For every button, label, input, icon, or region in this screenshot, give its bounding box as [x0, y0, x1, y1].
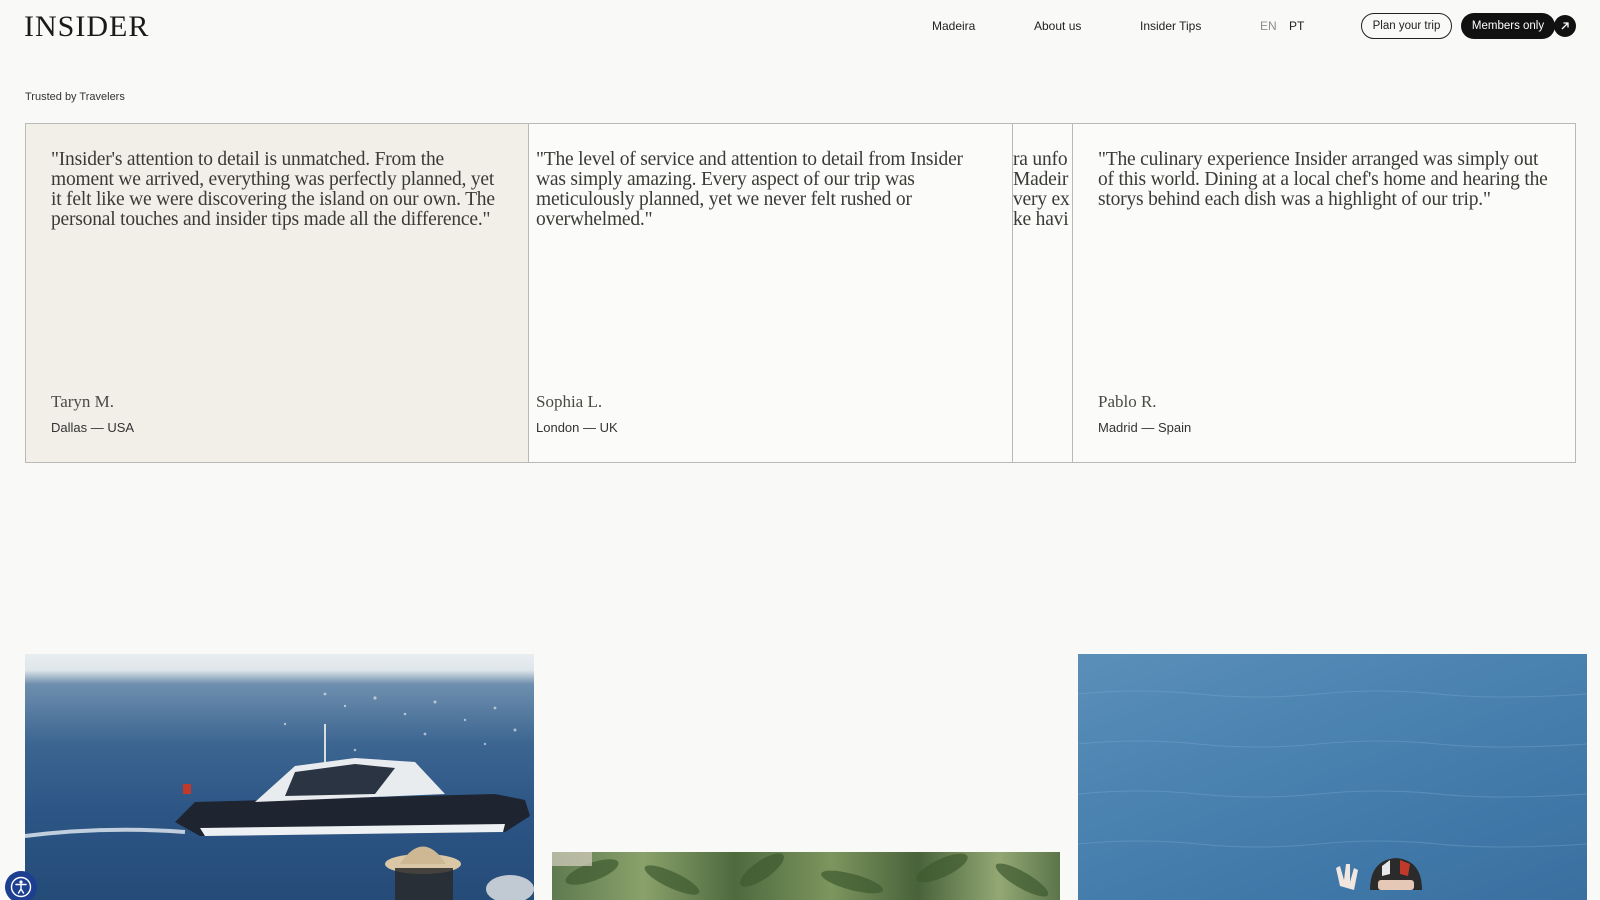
nav-about-us[interactable]: About us — [1034, 19, 1081, 33]
testimonial-place: Madrid — Spain — [1098, 420, 1192, 435]
nav-insider-tips[interactable]: Insider Tips — [1140, 19, 1201, 33]
boat-photo — [25, 654, 534, 900]
members-arrow-button[interactable] — [1554, 15, 1576, 37]
testimonial-card[interactable]: "The culinary experience Insider arrange… — [1072, 123, 1576, 463]
plants-photo — [552, 852, 1060, 900]
testimonial-quote: "The culinary experience Insider arrange… — [1098, 149, 1548, 210]
section-label: Trusted by Travelers — [25, 91, 125, 103]
lang-en[interactable]: EN — [1260, 19, 1277, 33]
testimonial-card[interactable]: "Insider's attention to detail is unmatc… — [25, 123, 529, 463]
plants-illustration — [552, 852, 1049, 897]
lang-pt[interactable]: PT — [1289, 19, 1304, 33]
members-only-button[interactable]: Members only — [1461, 13, 1555, 39]
testimonial-name: Taryn M. — [51, 392, 115, 411]
arrow-up-right-icon — [1561, 22, 1569, 30]
testimonial-name: Pablo R. — [1098, 392, 1157, 411]
testimonial-place: Dallas — USA — [51, 420, 135, 435]
swimmer-illustration — [1078, 690, 1587, 890]
testimonial-card[interactable]: "The level of service and attention to d… — [528, 123, 1014, 463]
boat-illustration — [25, 692, 534, 900]
logo[interactable]: INSIDER — [24, 10, 149, 44]
testimonial-place: London — UK — [536, 420, 618, 435]
testimonial-name: Sophia L. — [536, 392, 603, 411]
plan-your-trip-button[interactable]: Plan your trip — [1361, 13, 1452, 39]
accessibility-button[interactable] — [5, 871, 37, 900]
testimonial-quote: "The level of service and attention to d… — [536, 149, 963, 230]
sea-photo — [1078, 654, 1587, 900]
testimonial-quote: "Insider's attention to detail is unmatc… — [51, 149, 495, 230]
testimonial-quote: ra unfo Madeir very ex ke havi — [1013, 150, 1070, 230]
testimonial-card-partial[interactable]: ra unfo Madeir very ex ke havi — [1012, 123, 1073, 463]
accessibility-icon — [10, 876, 32, 898]
nav-madeira[interactable]: Madeira — [932, 19, 975, 33]
